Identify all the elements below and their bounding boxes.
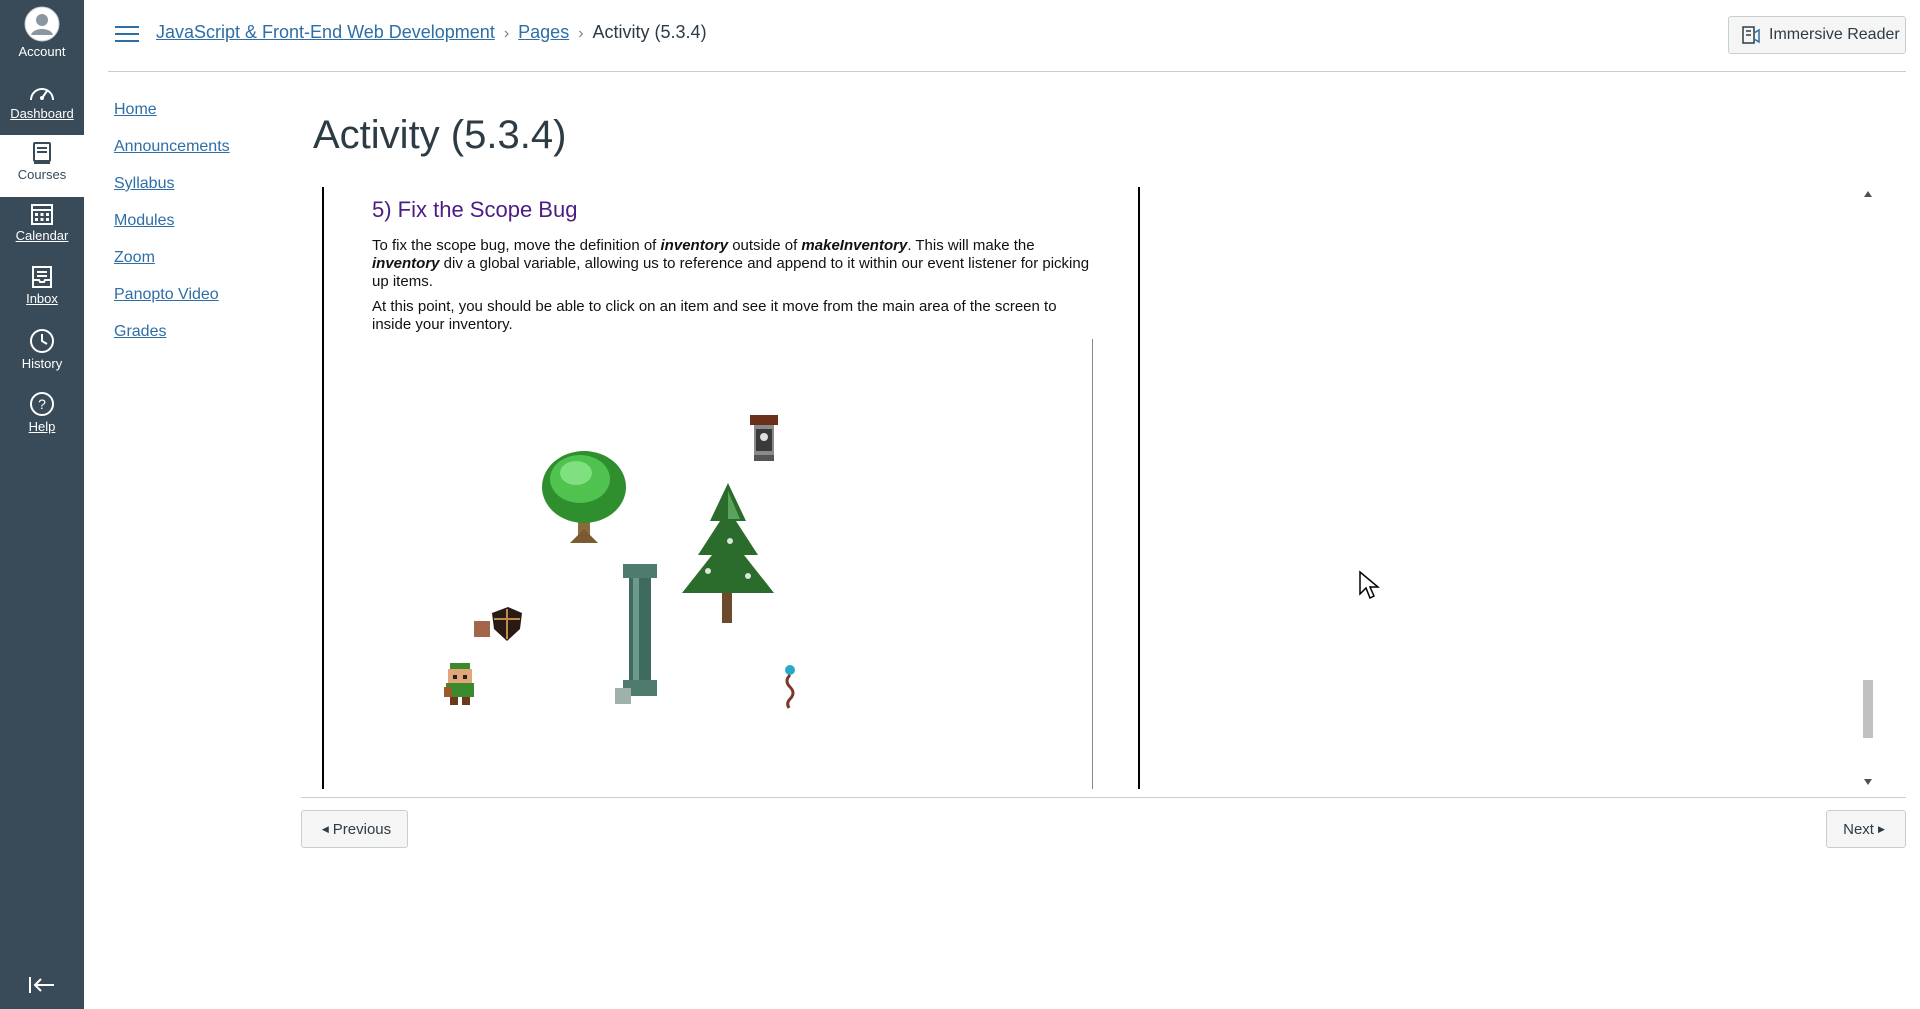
next-button[interactable]: Next ▶ xyxy=(1826,810,1906,848)
global-nav-history-label: History xyxy=(21,356,63,371)
well-sprite xyxy=(750,415,778,461)
inbox-icon xyxy=(32,266,52,288)
course-nav-grades[interactable]: Grades xyxy=(114,323,230,343)
course-nav-panopto-video[interactable]: Panopto Video xyxy=(114,286,230,306)
immersive-reader-label: Immersive Reader xyxy=(1769,26,1900,43)
hamburger-menu-icon[interactable] xyxy=(114,24,140,44)
global-nav-inbox-label: Inbox xyxy=(26,291,58,306)
instruction-paragraph-1: To fix the scope bug, move the definitio… xyxy=(372,237,1090,290)
courses-icon xyxy=(33,142,51,164)
course-nav-zoom[interactable]: Zoom xyxy=(114,249,230,269)
global-nav-help[interactable]: ? Help xyxy=(0,391,84,434)
dashboard-icon xyxy=(30,88,54,101)
global-nav-courses[interactable]: Courses xyxy=(0,135,84,197)
page-title: Activity (5.3.4) xyxy=(313,113,567,157)
previous-button[interactable]: ◀ Previous xyxy=(301,810,408,848)
caret-left-icon: ◀ xyxy=(321,823,329,834)
content-frame[interactable]: 5) Fix the Scope Bug To fix the scope bu… xyxy=(322,187,1140,789)
course-nav-home[interactable]: Home xyxy=(114,101,230,121)
pillar-sprite xyxy=(615,564,657,704)
global-nav-dashboard[interactable]: Dashboard xyxy=(0,82,84,121)
global-nav-courses-label: Courses xyxy=(17,167,67,182)
course-nav-modules[interactable]: Modules xyxy=(114,212,230,232)
next-label: Next xyxy=(1843,820,1874,838)
footer-divider xyxy=(301,797,1906,798)
immersive-reader-button[interactable]: Immersive Reader xyxy=(1728,16,1906,54)
collapse-nav-icon[interactable] xyxy=(28,975,56,995)
global-nav-calendar-label: Calendar xyxy=(15,228,69,243)
global-nav-account[interactable]: Account xyxy=(0,6,84,59)
breadcrumb: JavaScript & Front-End Web Development › P… xyxy=(156,22,707,43)
global-nav-account-label: Account xyxy=(18,44,66,59)
course-nav: Home Announcements Syllabus Modules Zoom… xyxy=(114,101,230,360)
mouse-cursor-icon xyxy=(1359,570,1380,600)
calendar-icon xyxy=(31,204,53,225)
immersive-reader-icon xyxy=(1742,26,1760,44)
course-nav-announcements[interactable]: Announcements xyxy=(114,138,230,158)
page-header: JavaScript & Front-End Web Development › P… xyxy=(108,0,1906,72)
content-scrollbar[interactable] xyxy=(1860,187,1876,789)
scroll-up-arrow-icon[interactable] xyxy=(1864,191,1872,197)
chevron-right-icon: › xyxy=(578,25,584,42)
section-heading: 5) Fix the Scope Bug xyxy=(372,197,578,222)
round-tree-sprite xyxy=(542,451,626,543)
global-nav-history[interactable]: History xyxy=(0,328,84,371)
staff-sprite xyxy=(785,665,795,709)
global-nav: Account Dashboard Courses Calendar Inbox… xyxy=(0,0,84,1009)
global-nav-calendar[interactable]: Calendar xyxy=(0,202,84,243)
breadcrumb-course-link[interactable]: JavaScript & Front-End Web Development xyxy=(156,22,495,42)
global-nav-help-label: Help xyxy=(28,419,56,434)
global-nav-dashboard-label: Dashboard xyxy=(10,106,74,121)
shield-sprite xyxy=(474,607,522,641)
scroll-thumb[interactable] xyxy=(1863,680,1873,738)
scroll-down-arrow-icon[interactable] xyxy=(1864,779,1872,785)
previous-label: Previous xyxy=(332,820,392,838)
instruction-paragraph-2: At this point, you should be able to cli… xyxy=(372,298,1057,333)
game-screenshot xyxy=(372,339,1093,789)
account-icon xyxy=(24,6,60,42)
content-body: 5) Fix the Scope Bug To fix the scope bu… xyxy=(372,197,1092,341)
course-nav-syllabus[interactable]: Syllabus xyxy=(114,175,230,195)
global-nav-inbox[interactable]: Inbox xyxy=(0,265,84,306)
svg-text:?: ? xyxy=(38,396,46,412)
history-icon xyxy=(30,329,54,353)
help-icon: ? xyxy=(30,392,54,416)
caret-right-icon: ▶ xyxy=(1877,823,1885,834)
breadcrumb-pages-link[interactable]: Pages xyxy=(518,22,569,42)
chevron-right-icon: › xyxy=(503,25,510,42)
player-character-sprite xyxy=(444,663,474,705)
pine-tree-sprite xyxy=(682,483,774,623)
breadcrumb-current: Activity (5.3.4) xyxy=(592,22,707,42)
